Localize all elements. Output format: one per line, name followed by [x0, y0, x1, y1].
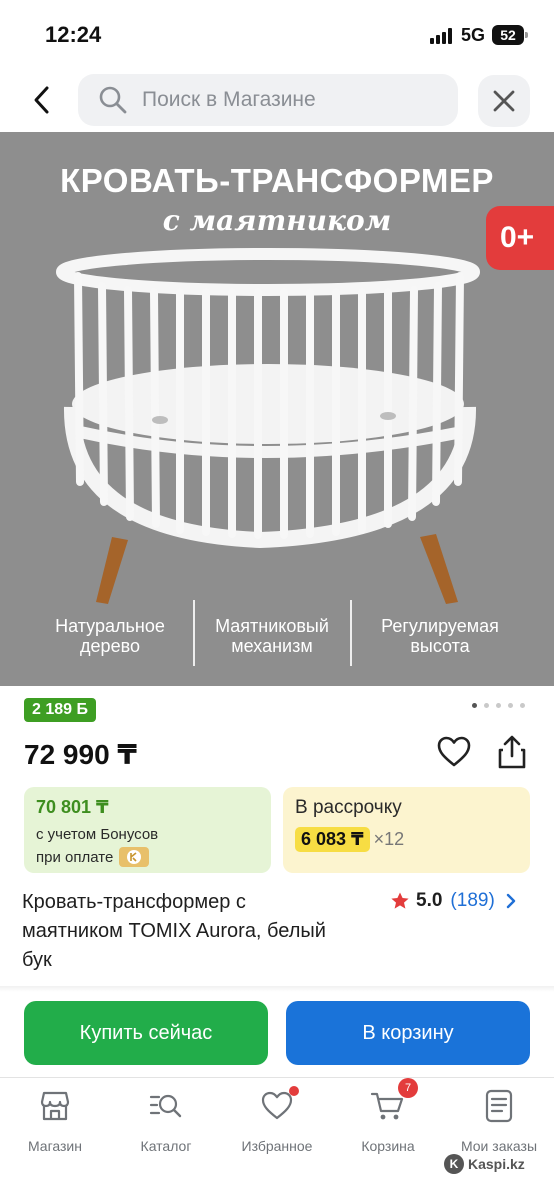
close-button[interactable] — [478, 75, 530, 127]
product-title: Кровать-трансформер с маятником TOMIX Au… — [22, 891, 326, 971]
status-bar: 12:24 5G 52 — [0, 0, 554, 70]
installment-monthly: 6 083 ₸ — [295, 827, 370, 852]
battery-level: 52 — [500, 27, 516, 43]
search-placeholder: Поиск в Магазине — [142, 88, 316, 111]
hero-title: КРОВАТЬ-ТРАНСФОРМЕР — [60, 162, 494, 199]
kaspi-logo-icon: K — [444, 1154, 464, 1174]
signal-icon — [430, 28, 456, 44]
share-button[interactable] — [494, 734, 530, 770]
bonus-price: 70 801 ₸ — [36, 797, 109, 817]
chevron-left-icon — [34, 86, 49, 114]
status-time: 12:24 — [45, 22, 102, 47]
battery-icon: 52 — [492, 25, 528, 45]
heart-icon — [259, 1086, 299, 1124]
star-icon — [391, 892, 409, 909]
catalog-search-icon — [148, 1088, 184, 1124]
gallery-dots[interactable] — [472, 703, 532, 711]
feature-adjustable-height: Регулируемая высота — [381, 616, 499, 656]
bonus-price-card[interactable]: 70 801 ₸ с учетом Бонусов при оплате — [24, 787, 271, 873]
orders-icon — [481, 1088, 517, 1124]
share-icon — [498, 735, 526, 769]
search-input[interactable]: Поиск в Магазине — [78, 74, 458, 126]
crib-illustration — [56, 248, 480, 604]
nav-orders[interactable]: Мои заказы — [444, 1088, 554, 1154]
buy-now-button[interactable]: Купить сейчас — [24, 1001, 268, 1065]
store-icon — [37, 1088, 73, 1124]
nav-store[interactable]: Магазин — [0, 1088, 110, 1154]
top-bar: Поиск в Магазине — [0, 70, 554, 132]
kaspi-pay-icon — [119, 847, 150, 867]
installment-label: В рассрочку — [295, 797, 402, 818]
chevron-right-icon — [506, 893, 515, 909]
feature-divider — [350, 600, 352, 666]
nav-catalog[interactable]: Каталог — [111, 1088, 221, 1154]
close-icon — [493, 90, 515, 112]
product-image[interactable]: КРОВАТЬ-ТРАНСФОРМЕР с маятником 0+ Натур… — [0, 132, 554, 686]
add-to-cart-button[interactable]: В корзину — [286, 1001, 530, 1065]
feature-natural-wood: Натуральное дерево — [55, 616, 165, 656]
back-button[interactable] — [22, 80, 62, 120]
nav-favorites[interactable]: Избранное — [222, 1086, 332, 1154]
rating-count: (189) — [450, 890, 495, 911]
nav-cart[interactable]: 7 Корзина — [333, 1078, 443, 1154]
rating-score: 5.0 — [416, 890, 443, 911]
rating-link[interactable]: 5.0 (189) — [390, 890, 517, 912]
search-icon — [99, 86, 127, 114]
network-label: 5G — [461, 25, 486, 45]
heart-icon — [437, 736, 471, 767]
installment-card[interactable]: В рассрочку 6 083 ₸ ×12 — [283, 787, 530, 873]
section-divider — [0, 986, 554, 992]
bottom-nav: Магазин Каталог Избранное 7 Корзина Мои … — [0, 1077, 554, 1200]
kaspi-watermark: K Kaspi.kz — [444, 1154, 525, 1174]
favorite-button[interactable] — [436, 734, 472, 770]
installment-multiplier: ×12 — [373, 829, 405, 849]
bonus-note: с учетом Бонусов — [36, 826, 159, 843]
feature-pendulum: Маятниковый механизм — [215, 616, 329, 656]
payment-note: при оплате — [36, 847, 259, 867]
bonus-badge: 2 189 Б — [24, 698, 96, 722]
product-price: 72 990 ₸ — [24, 739, 137, 770]
cart-count-badge: 7 — [398, 1078, 418, 1098]
cart-icon: 7 — [370, 1078, 418, 1124]
favorites-dot — [289, 1086, 299, 1096]
